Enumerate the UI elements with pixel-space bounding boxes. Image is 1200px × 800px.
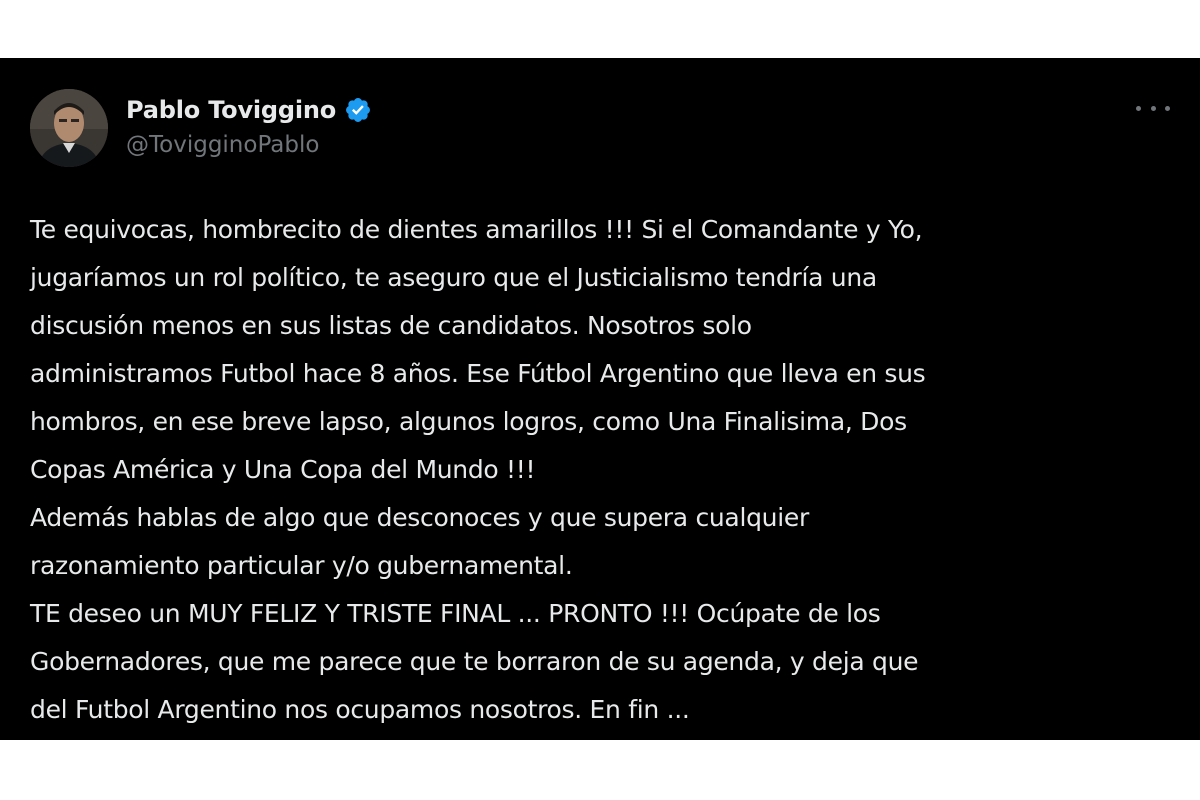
tweet-line: Te equivocas, hombrecito de dientes amar… — [30, 215, 923, 244]
tweet-line: razonamiento particular y/o gubernamenta… — [30, 551, 573, 580]
tweet-card: Pablo Toviggino @TovigginoPablo Te equiv… — [0, 58, 1200, 740]
more-options-icon[interactable] — [1136, 98, 1170, 118]
tweet-text: Te equivocas, hombrecito de dientes amar… — [30, 206, 1180, 734]
more-dot — [1165, 105, 1170, 111]
profile-photo — [30, 89, 108, 167]
handle[interactable]: @TovigginoPablo — [126, 132, 372, 158]
tweet-line: del Futbol Argentino nos ocupamos nosotr… — [30, 695, 690, 724]
tweet-line: hombros, en ese breve lapso, algunos log… — [30, 407, 907, 436]
tweet-line: jugaríamos un rol político, te aseguro q… — [30, 263, 877, 292]
more-dot — [1136, 105, 1141, 111]
tweet-line: Copas América y Una Copa del Mundo !!! — [30, 455, 536, 484]
tweet-header: Pablo Toviggino @TovigginoPablo — [126, 92, 372, 158]
tweet-line: administramos Futbol hace 8 años. Ese Fú… — [30, 359, 926, 388]
display-name[interactable]: Pablo Toviggino — [126, 96, 336, 124]
tweet-line: discusión menos en sus listas de candida… — [30, 311, 752, 340]
name-row: Pablo Toviggino — [126, 92, 372, 128]
more-dot — [1150, 105, 1156, 111]
tweet-line: Gobernadores, que me parece que te borra… — [30, 647, 919, 676]
avatar[interactable] — [30, 89, 108, 167]
verified-badge-icon — [344, 96, 372, 124]
tweet-line: Además hablas de algo que desconoces y q… — [30, 503, 809, 532]
tweet-line: TE deseo un MUY FELIZ Y TRISTE FINAL ...… — [30, 599, 881, 628]
